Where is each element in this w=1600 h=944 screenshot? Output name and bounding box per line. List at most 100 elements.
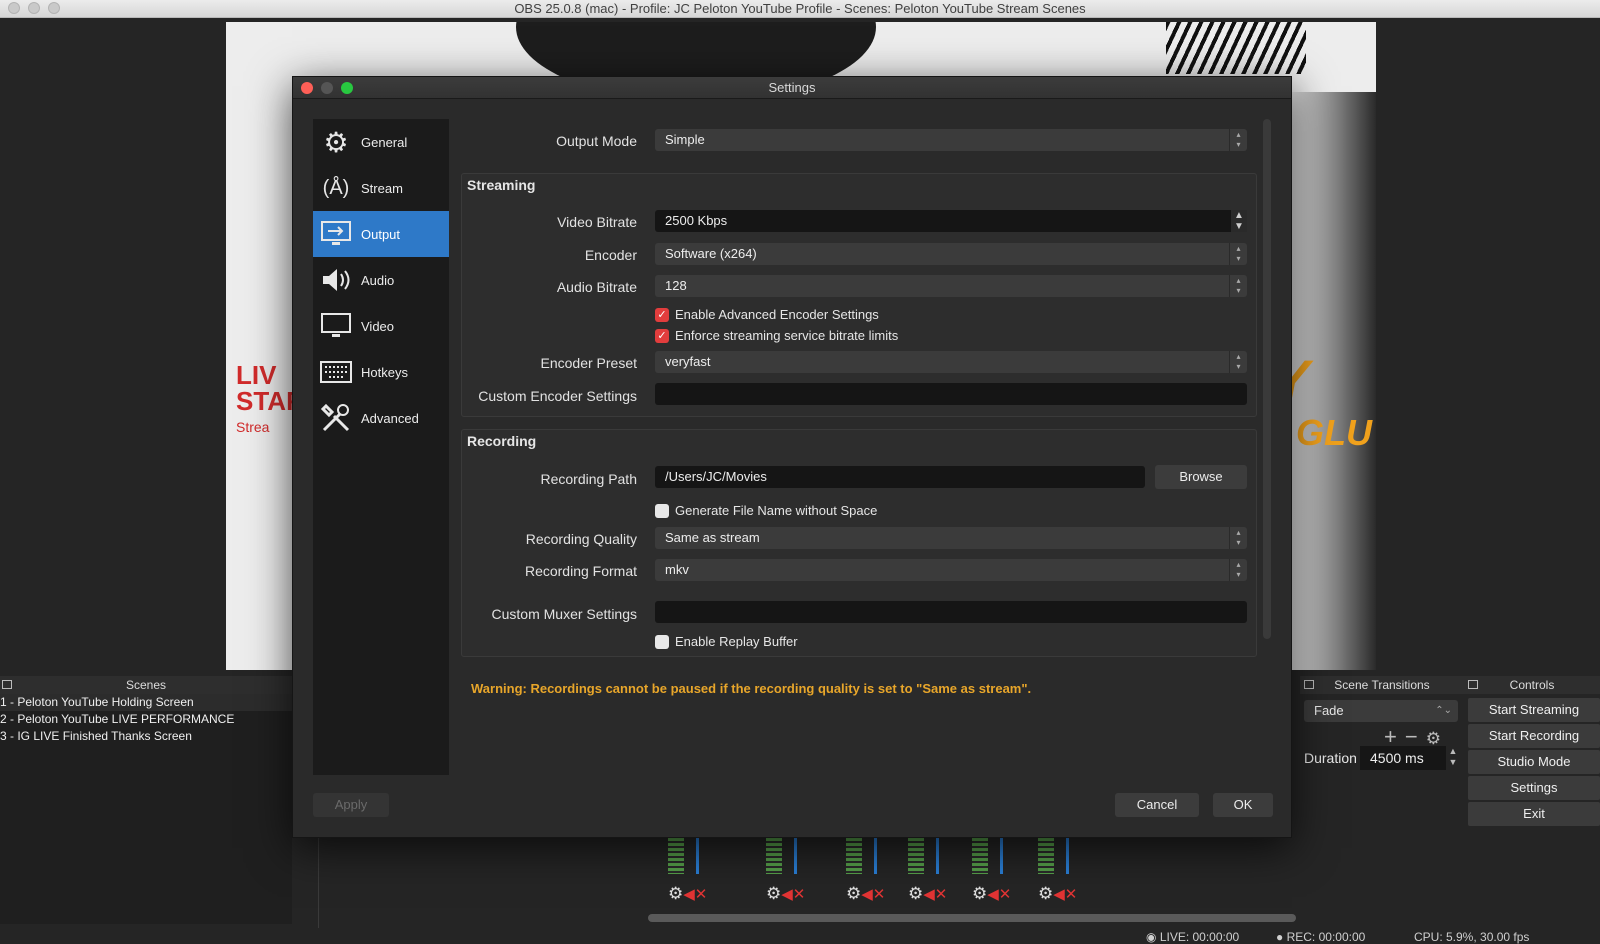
- scene-item[interactable]: 1 - Peloton YouTube Holding Screen: [0, 694, 292, 711]
- minimize-button[interactable]: [321, 82, 333, 94]
- ok-button[interactable]: OK: [1213, 793, 1273, 817]
- settings-button[interactable]: Settings: [1468, 776, 1600, 800]
- recording-quality-label: Recording Quality: [525, 531, 637, 547]
- bitrate-stepper[interactable]: ▲ ▼: [1231, 210, 1247, 232]
- gear-icon[interactable]: ⚙: [908, 884, 923, 903]
- sidebar-item-stream[interactable]: (Å) Stream: [313, 165, 449, 211]
- undock-icon[interactable]: [1468, 680, 1478, 689]
- tools-icon: [319, 401, 353, 435]
- settings-scrollbar[interactable]: [1263, 119, 1271, 639]
- duration-stepper[interactable]: ▲ ▼: [1446, 746, 1460, 770]
- output-mode-label: Output Mode: [556, 133, 637, 149]
- checkbox-empty-icon: [655, 634, 669, 649]
- gear-icon[interactable]: ⚙: [766, 884, 781, 903]
- encoder-select[interactable]: Software (x264) ▴ ▾: [655, 243, 1247, 265]
- recording-quality-select[interactable]: Same as stream ▴ ▾: [655, 527, 1247, 549]
- mixer-channel: ⚙◀✕: [1038, 836, 1098, 916]
- status-bar: ◉ LIVE: 00:00:00 ● REC: 00:00:00 CPU: 5.…: [0, 928, 1600, 944]
- updown-chevron-icon: ▴ ▾: [1229, 527, 1247, 549]
- preview-right-sub: GLU: [1296, 412, 1372, 453]
- custom-muxer-label: Custom Muxer Settings: [491, 606, 638, 622]
- mute-icon[interactable]: ◀✕: [683, 886, 707, 903]
- preview-guitar-strings: [1166, 22, 1306, 74]
- start-streaming-button[interactable]: Start Streaming: [1468, 698, 1600, 722]
- checkmark-icon: ✓: [655, 328, 669, 343]
- sidebar-item-advanced[interactable]: Advanced: [313, 395, 449, 441]
- mute-icon[interactable]: ◀✕: [861, 886, 885, 903]
- transition-select[interactable]: Fade ⌃⌄: [1304, 700, 1458, 722]
- encoder-label: Encoder: [584, 247, 637, 263]
- audio-bitrate-label: Audio Bitrate: [556, 279, 637, 295]
- video-bitrate-input[interactable]: 2500 Kbps ▲ ▼: [655, 210, 1247, 232]
- sidebar-item-video[interactable]: Video: [313, 303, 449, 349]
- exit-button[interactable]: Exit: [1468, 802, 1600, 826]
- checkbox-empty-icon: [655, 503, 669, 518]
- window-controls[interactable]: [8, 2, 60, 14]
- undock-icon[interactable]: [1304, 680, 1314, 689]
- recording-format-select[interactable]: mkv ▴ ▾: [655, 559, 1247, 581]
- broadcast-icon: ◉: [1146, 930, 1160, 944]
- encoder-preset-select[interactable]: veryfast ▴ ▾: [655, 351, 1247, 373]
- zoom-button[interactable]: [341, 82, 353, 94]
- main-titlebar: OBS 25.0.8 (mac) - Profile: JC Peloton Y…: [0, 0, 1600, 18]
- mixer-channel: ⚙◀✕: [908, 836, 968, 916]
- updown-chevron-icon: ▴ ▾: [1229, 351, 1247, 373]
- duration-input[interactable]: 4500 ms: [1360, 746, 1446, 770]
- custom-encoder-input[interactable]: [655, 383, 1247, 405]
- gear-icon[interactable]: ⚙: [972, 884, 987, 903]
- gear-icon[interactable]: ⚙: [1038, 884, 1053, 903]
- studio-mode-button[interactable]: Studio Mode: [1468, 750, 1600, 774]
- mute-icon[interactable]: ◀✕: [781, 886, 805, 903]
- speaker-icon: [319, 263, 353, 297]
- mute-icon[interactable]: ◀✕: [1053, 886, 1077, 903]
- mute-icon[interactable]: ◀✕: [923, 886, 947, 903]
- warning-message: Warning: Recordings cannot be paused if …: [471, 681, 1032, 696]
- scene-item[interactable]: 3 - IG LIVE Finished Thanks Screen: [0, 728, 292, 745]
- apply-button[interactable]: Apply: [313, 793, 389, 817]
- sidebar-item-general[interactable]: ⚙ General: [313, 119, 449, 165]
- antenna-icon: (Å): [322, 176, 350, 199]
- enforce-limits-checkbox[interactable]: ✓ Enforce streaming service bitrate limi…: [655, 328, 898, 343]
- gear-icon[interactable]: ⚙: [846, 884, 861, 903]
- live-status: ◉ LIVE: 00:00:00: [1146, 930, 1240, 944]
- monitor-icon: [319, 309, 353, 343]
- recording-path-input[interactable]: /Users/JC/Movies: [655, 466, 1145, 488]
- cpu-status: CPU: 5.9%, 30.00 fps: [1414, 930, 1530, 944]
- duration-label: Duration: [1304, 750, 1357, 766]
- settings-sidebar: ⚙ General (Å) Stream Output Audio Video: [313, 119, 449, 775]
- updown-chevron-icon: ▴ ▾: [1229, 129, 1247, 151]
- sidebar-item-hotkeys[interactable]: Hotkeys: [313, 349, 449, 395]
- dialog-window-controls: [301, 82, 353, 94]
- custom-muxer-input[interactable]: [655, 601, 1247, 623]
- enable-advanced-checkbox[interactable]: ✓ Enable Advanced Encoder Settings: [655, 307, 879, 322]
- settings-dialog: Settings ⚙ General (Å) Stream Output Aud…: [292, 76, 1292, 838]
- updown-chevron-icon: ▴ ▾: [1229, 275, 1247, 297]
- encoder-preset-label: Encoder Preset: [540, 355, 638, 371]
- sidebar-item-output[interactable]: Output: [313, 211, 449, 257]
- updown-chevron-icon: ▴ ▾: [1229, 243, 1247, 265]
- start-recording-button[interactable]: Start Recording: [1468, 724, 1600, 748]
- mixer-scrollbar[interactable]: [648, 914, 1296, 922]
- transitions-dock-header: Scene Transitions: [1300, 676, 1464, 694]
- sidebar-item-audio[interactable]: Audio: [313, 257, 449, 303]
- close-button[interactable]: [301, 82, 313, 94]
- no-space-checkbox[interactable]: Generate File Name without Space: [655, 503, 877, 518]
- undock-icon[interactable]: [2, 680, 12, 689]
- cancel-button[interactable]: Cancel: [1115, 793, 1199, 817]
- audio-bitrate-select[interactable]: 128 ▴ ▾: [655, 275, 1247, 297]
- mute-icon[interactable]: ◀✕: [987, 886, 1011, 903]
- browse-button[interactable]: Browse: [1155, 465, 1247, 489]
- mixer-channel: ⚙◀✕: [846, 836, 906, 916]
- scene-item[interactable]: 2 - Peloton YouTube LIVE PERFORMANCE: [0, 711, 292, 728]
- monitor-arrow-icon: [319, 217, 353, 251]
- dialog-titlebar: Settings: [293, 77, 1291, 99]
- keyboard-icon: [319, 355, 353, 389]
- updown-chevron-icon: ⌃⌄: [1435, 705, 1452, 716]
- updown-chevron-icon: ▴ ▾: [1229, 559, 1247, 581]
- replay-buffer-checkbox[interactable]: Enable Replay Buffer: [655, 634, 798, 649]
- mixer-channel: ⚙◀✕: [668, 836, 728, 916]
- scenes-list: 1 - Peloton YouTube Holding Screen 2 - P…: [0, 694, 292, 924]
- gear-icon[interactable]: ⚙: [668, 884, 683, 903]
- recording-title: Recording: [467, 433, 537, 449]
- output-mode-select[interactable]: Simple ▴ ▾: [655, 129, 1247, 151]
